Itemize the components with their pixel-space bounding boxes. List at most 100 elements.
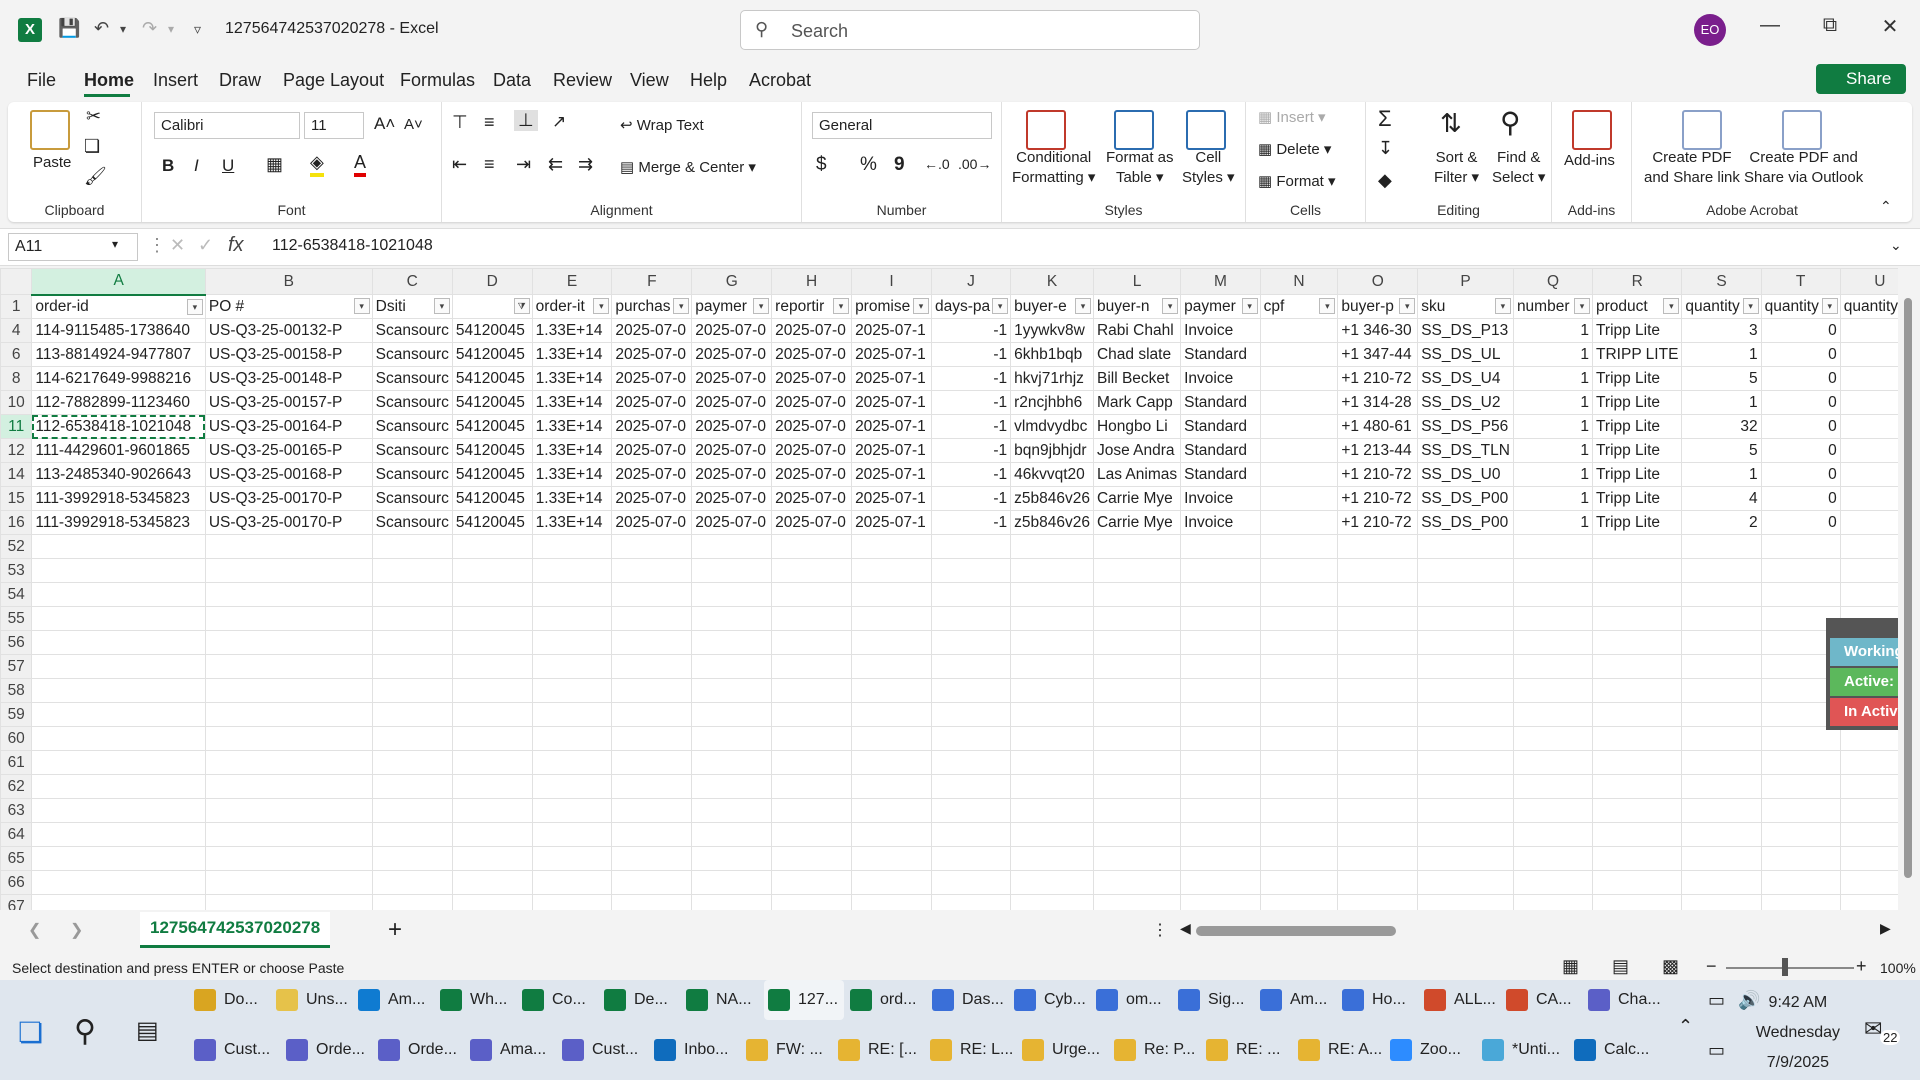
table-cell[interactable]: 2025-07-0 [771, 438, 853, 463]
table-cell[interactable] [1592, 750, 1683, 775]
top-align-icon[interactable]: ⊤ [452, 112, 468, 133]
table-cell[interactable]: 0 [1760, 414, 1841, 439]
table-cell[interactable] [851, 822, 932, 847]
table-cell[interactable] [31, 846, 206, 871]
filter-dropdown-icon[interactable]: ▾ [673, 298, 690, 314]
table-cell[interactable] [1512, 630, 1594, 655]
table-cell[interactable] [204, 750, 373, 775]
column-header-o[interactable]: O [1337, 268, 1419, 295]
save-icon[interactable]: 💾 [58, 18, 80, 39]
table-cell[interactable] [1259, 366, 1339, 391]
sort-filter-button[interactable]: Sort & Filter ▾ [1434, 148, 1479, 188]
row-header[interactable]: 54 [0, 582, 33, 607]
row-header[interactable]: 12 [0, 438, 33, 463]
table-cell[interactable] [851, 678, 932, 703]
font-name-select[interactable]: Calibri [154, 112, 300, 139]
table-cell[interactable] [371, 558, 453, 583]
table-cell[interactable]: bqn9jbhjdr [1010, 438, 1094, 463]
column-header-n[interactable]: N [1259, 268, 1339, 295]
table-cell[interactable] [1512, 582, 1594, 607]
table-cell[interactable] [1180, 774, 1261, 799]
table-cell[interactable]: 2025-07-0 [771, 318, 853, 343]
table-cell[interactable]: 5 [1681, 438, 1762, 463]
table-cell[interactable]: 111-3992918-5345823 [31, 510, 206, 535]
table-cell[interactable] [771, 534, 853, 559]
table-cell[interactable]: 2025-07-1 [851, 438, 932, 463]
table-cell[interactable] [451, 654, 533, 679]
table-cell[interactable] [611, 582, 693, 607]
increase-indent-icon[interactable]: ⇉ [578, 154, 593, 175]
table-cell[interactable] [611, 534, 693, 559]
table-cell[interactable]: -1 [930, 366, 1012, 391]
table-cell[interactable] [1337, 894, 1419, 910]
header-cell[interactable]: Dsiti ▾ [371, 294, 453, 319]
filter-dropdown-icon[interactable]: ▾ [1742, 298, 1759, 314]
filter-dropdown-icon[interactable]: ▾ [1074, 298, 1091, 314]
table-cell[interactable] [31, 822, 206, 847]
table-cell[interactable] [1681, 750, 1762, 775]
table-cell[interactable]: 2025-07-1 [851, 318, 932, 343]
table-cell[interactable] [371, 822, 453, 847]
table-cell[interactable] [1592, 702, 1683, 727]
table-cell[interactable]: -1 [930, 318, 1012, 343]
table-cell[interactable] [1512, 846, 1594, 871]
table-cell[interactable] [1010, 822, 1094, 847]
table-cell[interactable] [930, 534, 1012, 559]
table-cell[interactable] [531, 750, 613, 775]
header-cell[interactable]: buyer-p ▾ [1337, 294, 1419, 319]
table-cell[interactable]: +1 210-72 [1337, 510, 1419, 535]
table-cell[interactable] [851, 558, 932, 583]
table-cell[interactable]: SS_DS_P13 [1417, 318, 1514, 343]
name-box-dropdown-icon[interactable]: ▾ [112, 237, 118, 251]
table-cell[interactable]: Scansourc [371, 462, 453, 487]
table-cell[interactable] [1512, 678, 1594, 703]
table-cell[interactable] [371, 726, 453, 751]
table-cell[interactable] [691, 822, 773, 847]
expand-formula-icon[interactable]: ⌄ [1890, 237, 1902, 254]
row-header[interactable]: 60 [0, 726, 33, 751]
table-cell[interactable] [204, 630, 373, 655]
table-cell[interactable]: 54120045 [451, 438, 533, 463]
table-cell[interactable] [371, 870, 453, 895]
format-painter-icon[interactable]: 🖌 [84, 166, 107, 187]
table-cell[interactable]: Scansourc [371, 366, 453, 391]
table-cell[interactable] [1417, 870, 1514, 895]
menu-review[interactable]: Review [553, 70, 612, 91]
search-box[interactable]: ⚲ Search [740, 10, 1200, 50]
column-header-j[interactable]: J [930, 268, 1012, 295]
table-cell[interactable]: SS_DS_P00 [1417, 486, 1514, 511]
table-cell[interactable] [611, 726, 693, 751]
table-cell[interactable] [1259, 630, 1339, 655]
table-cell[interactable] [371, 630, 453, 655]
filter-dropdown-icon[interactable]: ▾ [1574, 298, 1591, 314]
table-cell[interactable] [1681, 870, 1762, 895]
table-cell[interactable] [451, 750, 533, 775]
table-cell[interactable] [1337, 822, 1419, 847]
table-cell[interactable]: 2025-07-1 [851, 366, 932, 391]
table-cell[interactable] [691, 870, 773, 895]
table-cell[interactable] [1681, 702, 1762, 727]
table-cell[interactable] [691, 774, 773, 799]
table-cell[interactable] [1681, 822, 1762, 847]
table-cell[interactable]: +1 210-72 [1337, 486, 1419, 511]
share-button[interactable]: Share [1816, 64, 1906, 94]
delete-cells-button[interactable]: ▦ Delete ▾ [1258, 140, 1331, 158]
table-cell[interactable] [1592, 774, 1683, 799]
table-cell[interactable] [1417, 774, 1514, 799]
table-cell[interactable] [451, 582, 533, 607]
table-cell[interactable]: -1 [930, 342, 1012, 367]
table-cell[interactable] [1760, 582, 1841, 607]
column-header-l[interactable]: L [1092, 268, 1182, 295]
table-cell[interactable] [691, 798, 773, 823]
scroll-right-icon[interactable]: ▶ [1880, 920, 1891, 937]
table-cell[interactable]: 1 [1512, 366, 1594, 391]
table-cell[interactable] [1417, 678, 1514, 703]
table-cell[interactable] [531, 846, 613, 871]
row-header[interactable]: 63 [0, 798, 33, 823]
table-cell[interactable] [611, 894, 693, 910]
table-cell[interactable] [1337, 726, 1419, 751]
table-cell[interactable] [1259, 462, 1339, 487]
table-cell[interactable]: 1.33E+14 [531, 318, 613, 343]
table-cell[interactable] [31, 750, 206, 775]
addins-button[interactable]: Add-ins [1564, 152, 1615, 169]
